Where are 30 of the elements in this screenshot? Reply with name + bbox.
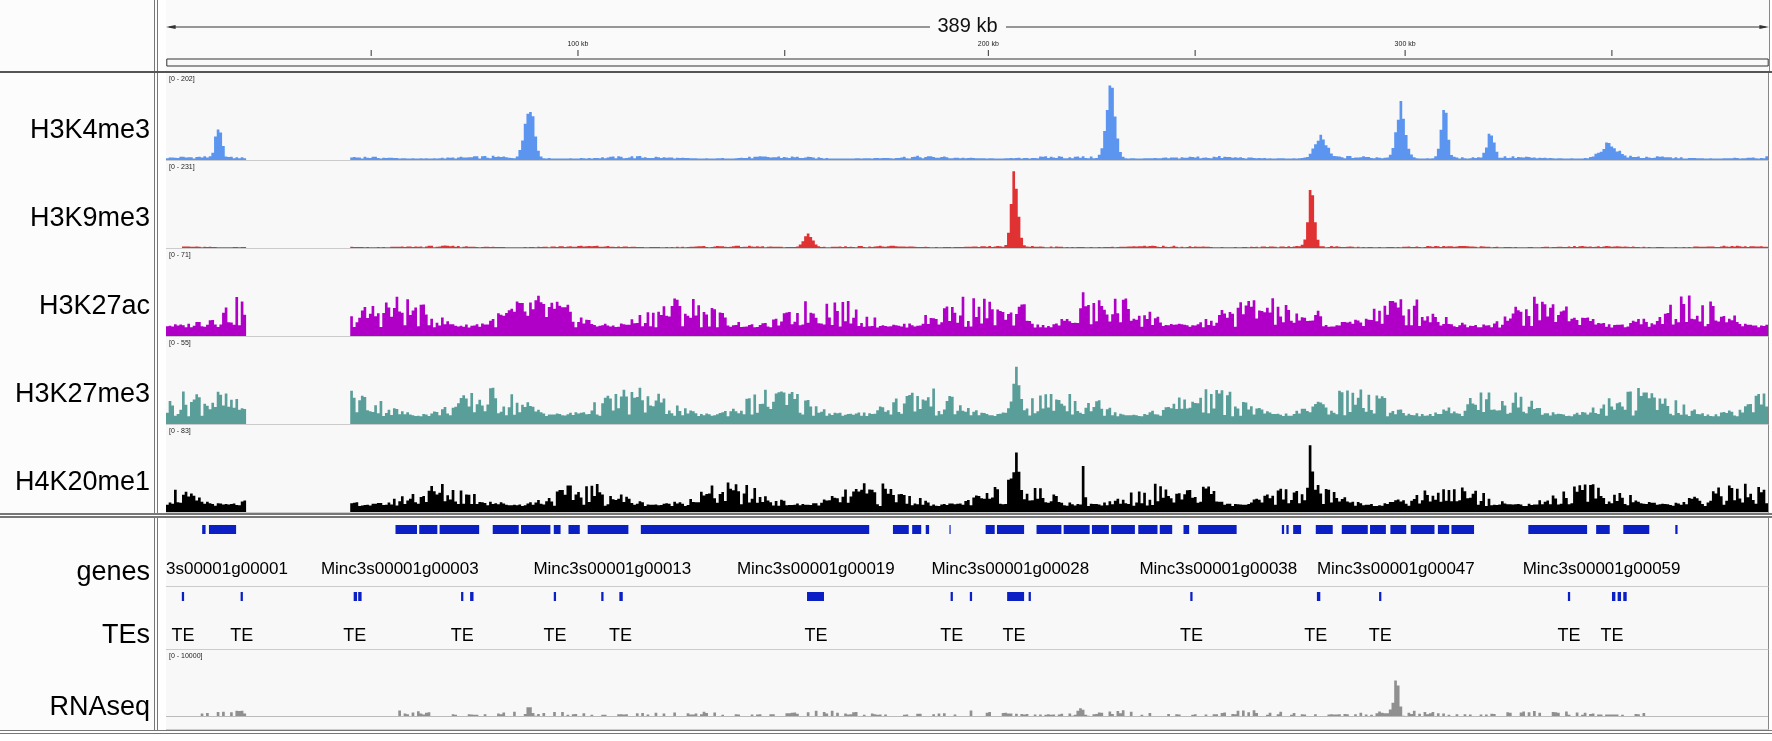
track-name: H3K9me3 (29, 202, 150, 234)
track-name: H3K27me3 (14, 378, 150, 410)
track-name: H4K20me1 (14, 466, 150, 498)
te-label: TE (940, 625, 964, 646)
track-name: genes (76, 556, 150, 587)
te-label: TE (543, 625, 567, 646)
te-label: TE (171, 625, 195, 646)
te-label: TE (804, 625, 828, 646)
te-label: TE (230, 625, 254, 646)
te-label: TE (343, 625, 367, 646)
track-name: RNAseq (49, 691, 150, 723)
te-label: TE (608, 625, 632, 646)
gene-label: Minc3s00001g00028 (931, 559, 1090, 579)
track-name: H3K4me3 (29, 114, 150, 146)
gene-label: 3s00001g00001 (166, 559, 288, 579)
te-label: TE (1304, 625, 1328, 646)
gene-label: Minc3s00001g00047 (1316, 559, 1475, 579)
gene-label: Minc3s00001g00019 (736, 559, 895, 579)
te-label: TE (450, 625, 474, 646)
gene-label: Minc3s00001g00059 (1522, 559, 1681, 579)
te-label: TE (1557, 625, 1581, 646)
gene-label: Minc3s00001g00003 (320, 559, 479, 579)
gene-label: Minc3s00001g00038 (1139, 559, 1298, 579)
track-name: H3K27ac (38, 290, 150, 322)
te-label: TE (1002, 625, 1026, 646)
te-label: TE (1179, 625, 1203, 646)
te-label: TE (1368, 625, 1392, 646)
te-label: TE (1600, 625, 1624, 646)
track-name: TEs (102, 619, 150, 650)
gene-label: Minc3s00001g00013 (533, 559, 692, 579)
